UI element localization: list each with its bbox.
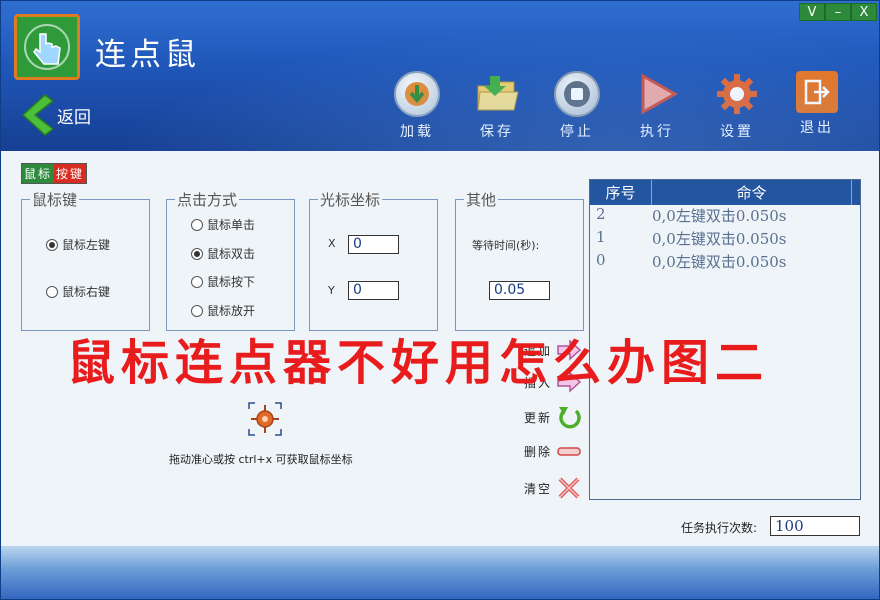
clear-label: 清空: [524, 481, 553, 496]
radio-double-click[interactable]: 鼠标双击: [191, 245, 255, 262]
back-label: 返回: [57, 107, 91, 128]
radio-label: 鼠标右键: [62, 285, 111, 299]
gear-icon: [714, 71, 760, 117]
cell-command: 0,0左键双击0.050s: [652, 253, 787, 271]
task-count-field[interactable]: 100: [770, 516, 860, 536]
exit-icon: [796, 71, 838, 113]
save-label: 保存: [480, 124, 514, 140]
hand-pointer-icon: [24, 24, 70, 70]
radio-left-button[interactable]: 鼠标左键: [46, 236, 110, 253]
table-row[interactable]: 0 0,0左键双击0.050s: [590, 251, 860, 274]
y-label: Y: [328, 284, 335, 297]
radio-indicator: [191, 247, 203, 260]
cell-command: 0,0左键双击0.050s: [652, 230, 787, 248]
load-label: 加载: [400, 124, 434, 140]
stop-button[interactable]: 停止: [547, 71, 607, 141]
window-controls: V – X: [799, 3, 877, 21]
close-button[interactable]: X: [851, 3, 877, 21]
settings-label: 设置: [720, 124, 754, 140]
radio-label: 鼠标双击: [207, 247, 256, 261]
mode-badge: 鼠标 按键: [21, 163, 88, 184]
refresh-icon: [559, 407, 581, 429]
radio-label: 鼠标放开: [207, 304, 256, 318]
radio-indicator: [191, 218, 203, 231]
menu-dropdown-button[interactable]: V: [799, 3, 825, 21]
minus-icon: [557, 446, 581, 456]
table-row[interactable]: 1 0,0左键双击0.050s: [590, 228, 860, 251]
cursor-coords-group: 光标坐标: [309, 189, 438, 331]
crosshair-hint: 拖动准心或按 ctrl+x 可获取鼠标坐标: [169, 453, 353, 466]
play-icon: [634, 71, 680, 117]
load-icon: [394, 71, 440, 117]
footer-bar: [1, 546, 879, 599]
stop-label: 停止: [560, 124, 594, 140]
radio-indicator: [191, 304, 203, 317]
crosshair-icon: [248, 402, 282, 436]
command-table-header: 序号 命令: [590, 180, 860, 205]
mode-badge-keys[interactable]: 按键: [54, 164, 87, 183]
clear-button[interactable]: 清空: [524, 476, 582, 500]
settings-button[interactable]: 设置: [707, 71, 767, 141]
table-row[interactable]: 2 0,0左键双击0.050s: [590, 205, 860, 228]
mouse-key-group: 鼠标键: [21, 189, 150, 331]
cell-index: 1: [596, 228, 606, 246]
back-arrow-icon: [21, 94, 53, 136]
stop-icon: [554, 71, 600, 117]
update-button[interactable]: 更新: [524, 405, 582, 429]
other-legend: 其他: [466, 191, 497, 209]
radio-label: 鼠标单击: [207, 218, 256, 232]
save-folder-icon: [474, 71, 520, 117]
radio-right-button[interactable]: 鼠标右键: [46, 283, 110, 300]
cursor-coords-legend: 光标坐标: [320, 191, 381, 209]
column-header-command[interactable]: 命令: [652, 180, 852, 205]
mouse-key-legend: 鼠标键: [32, 191, 78, 209]
x-coord-field[interactable]: 0: [348, 235, 399, 254]
run-label: 执行: [640, 124, 674, 140]
column-header-index[interactable]: 序号: [590, 180, 652, 205]
mode-badge-mouse[interactable]: 鼠标: [22, 164, 55, 183]
y-coord-field[interactable]: 0: [348, 281, 399, 300]
wait-time-label: 等待时间(秒):: [472, 239, 540, 252]
radio-indicator: [46, 238, 58, 251]
cell-index: 0: [596, 251, 606, 269]
app-logo: [14, 14, 80, 80]
update-label: 更新: [524, 410, 553, 425]
delete-button[interactable]: 删除: [524, 443, 582, 460]
cell-command: 0,0左键双击0.050s: [652, 207, 787, 225]
exit-label: 退出: [800, 120, 834, 136]
app-window: 连点鼠 V – X 返回 加载 保存 停止 执行 设置 退出 鼠标 按键 鼠标键…: [0, 0, 880, 600]
task-count-label: 任务执行次数:: [681, 521, 758, 535]
wait-time-field[interactable]: 0.05: [489, 281, 550, 300]
other-group: 其他: [455, 189, 584, 331]
cell-index: 2: [596, 205, 606, 223]
load-button[interactable]: 加载: [387, 71, 447, 141]
radio-indicator: [191, 275, 203, 288]
radio-single-click[interactable]: 鼠标单击: [191, 216, 255, 233]
radio-mouse-down[interactable]: 鼠标按下: [191, 273, 255, 290]
exit-button[interactable]: 退出: [787, 71, 847, 141]
radio-label: 鼠标按下: [207, 275, 256, 289]
overlay-caption: 鼠标连点器不好用怎么办图二: [67, 335, 770, 391]
radio-indicator: [46, 285, 58, 298]
back-button[interactable]: 返回: [19, 93, 91, 137]
header-bar: 连点鼠 V – X 返回 加载 保存 停止 执行 设置 退出: [1, 1, 879, 151]
click-mode-legend: 点击方式: [177, 191, 238, 209]
x-icon: [558, 477, 580, 499]
minimize-button[interactable]: –: [825, 3, 851, 21]
delete-label: 删除: [524, 445, 553, 459]
radio-mouse-up[interactable]: 鼠标放开: [191, 302, 255, 319]
run-button[interactable]: 执行: [627, 71, 687, 141]
radio-label: 鼠标左键: [62, 238, 111, 252]
crosshair-target[interactable]: [247, 401, 283, 437]
x-label: X: [328, 237, 336, 250]
save-button[interactable]: 保存: [467, 71, 527, 141]
app-title: 连点鼠: [95, 37, 200, 73]
